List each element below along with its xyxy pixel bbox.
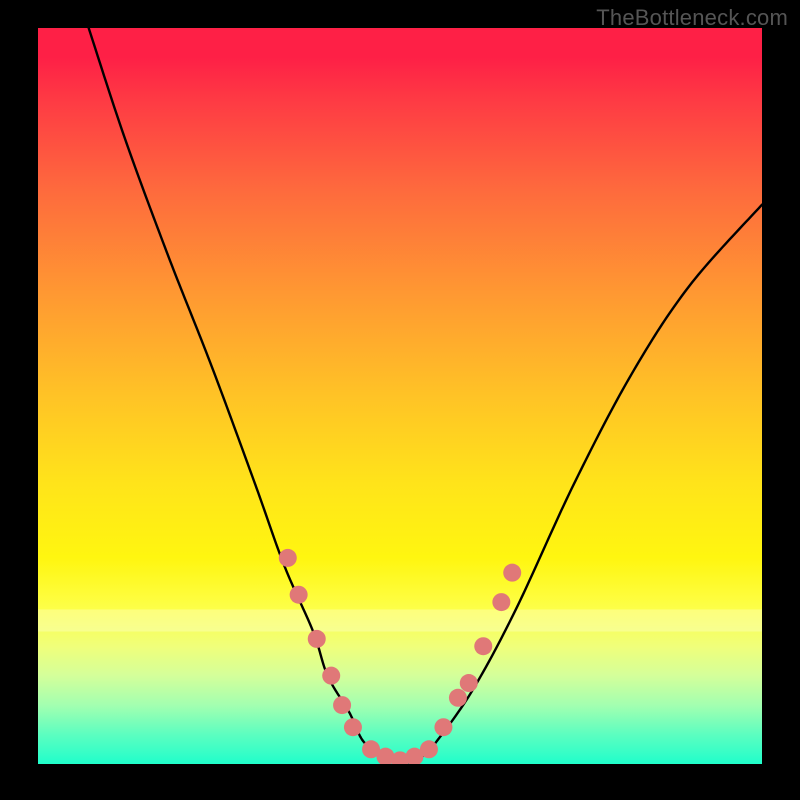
data-marker — [492, 593, 510, 611]
data-marker — [434, 718, 452, 736]
data-marker — [333, 696, 351, 714]
data-marker — [420, 740, 438, 758]
highlight-band-rect — [38, 609, 762, 631]
watermark-text: TheBottleneck.com — [596, 5, 788, 31]
data-marker — [460, 674, 478, 692]
data-marker — [290, 586, 308, 604]
data-marker — [474, 637, 492, 655]
plot-area — [38, 28, 762, 764]
highlight-band — [38, 609, 762, 631]
data-marker — [279, 549, 297, 567]
data-marker — [503, 564, 521, 582]
chart-svg — [38, 28, 762, 764]
data-marker — [308, 630, 326, 648]
data-marker — [322, 667, 340, 685]
curve-path — [89, 28, 762, 764]
data-marker — [344, 718, 362, 736]
data-markers — [279, 549, 521, 764]
data-marker — [449, 689, 467, 707]
line-series — [89, 28, 762, 764]
chart-frame: TheBottleneck.com — [0, 0, 800, 800]
